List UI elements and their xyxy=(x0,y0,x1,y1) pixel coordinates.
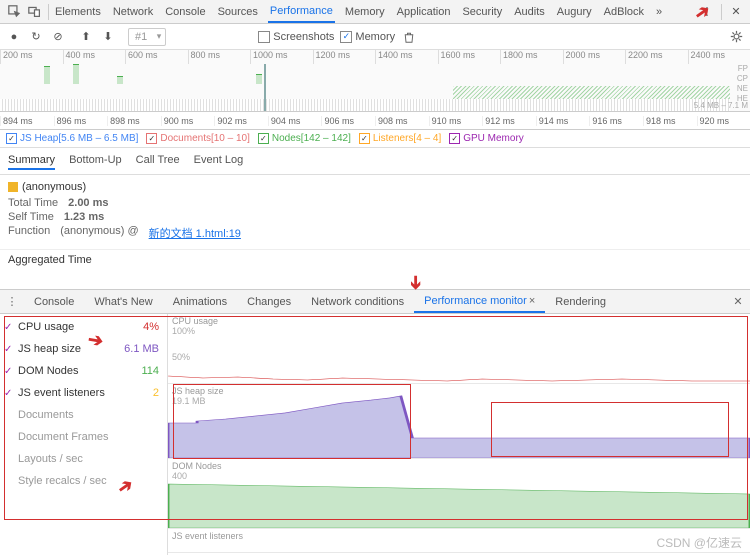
drawer-tab-whats-new[interactable]: What's New xyxy=(84,292,162,312)
legend-nodes[interactable]: Nodes[142 – 142] xyxy=(258,133,351,144)
watermark: CSDN @亿速云 xyxy=(656,534,742,551)
annotation-box xyxy=(491,402,729,457)
tab-augury[interactable]: Augury xyxy=(555,2,594,22)
save-profile-icon[interactable]: ⬇ xyxy=(100,29,116,45)
legend-js-heap[interactable]: JS Heap[5.6 MB – 6.5 MB] xyxy=(6,133,138,144)
tab-sources[interactable]: Sources xyxy=(216,2,260,22)
overview-ruler: 200 ms400 ms600 ms800 ms1000 ms1200 ms14… xyxy=(0,50,750,64)
memory-legend: JS Heap[5.6 MB – 6.5 MB] Documents[10 – … xyxy=(0,130,750,148)
drawer-tabs: ⋮ Console What's New Animations Changes … xyxy=(0,290,750,314)
profile-selector[interactable]: #1 xyxy=(128,28,166,46)
overview-mem-label: 5.4 MB – 7.1 M xyxy=(694,101,748,110)
aggregated-time-header: Aggregated Time xyxy=(0,249,750,270)
overview-timeline[interactable]: 200 ms400 ms600 ms800 ms1000 ms1200 ms14… xyxy=(0,50,750,112)
scripting-color-swatch xyxy=(8,182,18,192)
close-devtools-icon[interactable]: ✕ xyxy=(728,4,744,20)
tab-elements[interactable]: Elements xyxy=(53,2,103,22)
memory-label: Memory xyxy=(355,31,395,43)
drawer-close-icon[interactable]: ✕ xyxy=(730,294,746,310)
overview-side-labels: FPCPNEHE xyxy=(737,64,748,104)
subtab-bottom-up[interactable]: Bottom-Up xyxy=(69,152,122,170)
tab-application[interactable]: Application xyxy=(395,2,453,22)
tab-network[interactable]: Network xyxy=(111,2,155,22)
memory-checkbox[interactable]: Memory xyxy=(340,31,395,43)
annotation-arrow: ➔ xyxy=(405,275,426,290)
legend-listeners[interactable]: Listeners[4 – 4] xyxy=(359,133,441,144)
drawer-tab-network-conditions[interactable]: Network conditions xyxy=(301,292,414,312)
tabs-overflow[interactable]: » xyxy=(654,2,664,22)
settings-gear-icon[interactable] xyxy=(728,29,744,45)
screenshots-label: Screenshots xyxy=(273,31,334,43)
drawer-tab-changes[interactable]: Changes xyxy=(237,292,301,312)
clear-icon[interactable]: ⊘ xyxy=(50,29,66,45)
legend-gpu-memory[interactable]: GPU Memory xyxy=(449,133,524,144)
function-name: (anonymous) xyxy=(22,181,86,193)
load-profile-icon[interactable]: ⬆ xyxy=(78,29,94,45)
function-source-link[interactable]: 新的文档 1.html:19 xyxy=(149,225,241,241)
record-icon[interactable]: ● xyxy=(6,29,22,45)
tab-adblock[interactable]: AdBlock xyxy=(602,2,646,22)
tab-performance[interactable]: Performance xyxy=(268,1,335,23)
subtab-event-log[interactable]: Event Log xyxy=(194,152,244,170)
device-toggle-icon[interactable] xyxy=(26,4,42,20)
screenshots-checkbox[interactable]: Screenshots xyxy=(258,31,334,43)
summary-panel: (anonymous) Total Time 2.00 ms Self Time… xyxy=(0,175,750,249)
drawer-tab-rendering[interactable]: Rendering xyxy=(545,292,616,312)
annotation-box xyxy=(173,384,411,459)
tab-console[interactable]: Console xyxy=(163,2,207,22)
tab-security[interactable]: Security xyxy=(460,2,504,22)
function-label: Function xyxy=(8,225,50,241)
performance-subtabs: Summary Bottom-Up Call Tree Event Log xyxy=(0,148,750,175)
legend-documents[interactable]: Documents[10 – 10] xyxy=(146,133,250,144)
inspect-icon[interactable] xyxy=(6,4,22,20)
drawer-tab-console[interactable]: Console xyxy=(24,292,84,312)
performance-toolbar: ● ↻ ⊘ ⬆ ⬇ #1 Screenshots Memory xyxy=(0,24,750,50)
tab-memory[interactable]: Memory xyxy=(343,2,387,22)
selection-handle[interactable] xyxy=(264,64,266,111)
close-icon[interactable]: × xyxy=(529,295,535,307)
total-time-label: Total Time xyxy=(8,197,58,209)
tab-audits[interactable]: Audits xyxy=(512,2,547,22)
drawer-tab-animations[interactable]: Animations xyxy=(163,292,237,312)
subtab-summary[interactable]: Summary xyxy=(8,152,55,170)
subtab-call-tree[interactable]: Call Tree xyxy=(136,152,180,170)
function-value: (anonymous) @ xyxy=(60,225,138,241)
total-time-value: 2.00 ms xyxy=(68,197,108,209)
self-time-label: Self Time xyxy=(8,211,54,223)
drawer-tab-performance-monitor[interactable]: Performance monitor× xyxy=(414,291,545,313)
devtools-topbar: Elements Network Console Sources Perform… xyxy=(0,0,750,24)
garbage-collect-icon[interactable] xyxy=(401,29,417,45)
reload-record-icon[interactable]: ↻ xyxy=(28,29,44,45)
self-time-value: 1.23 ms xyxy=(64,211,104,223)
detail-ruler[interactable]: 894 ms896 ms898 ms900 ms902 ms904 ms906 … xyxy=(0,112,750,130)
drawer-menu-icon[interactable]: ⋮ xyxy=(4,294,20,310)
devtools-main-tabs: Elements Network Console Sources Perform… xyxy=(53,1,697,23)
